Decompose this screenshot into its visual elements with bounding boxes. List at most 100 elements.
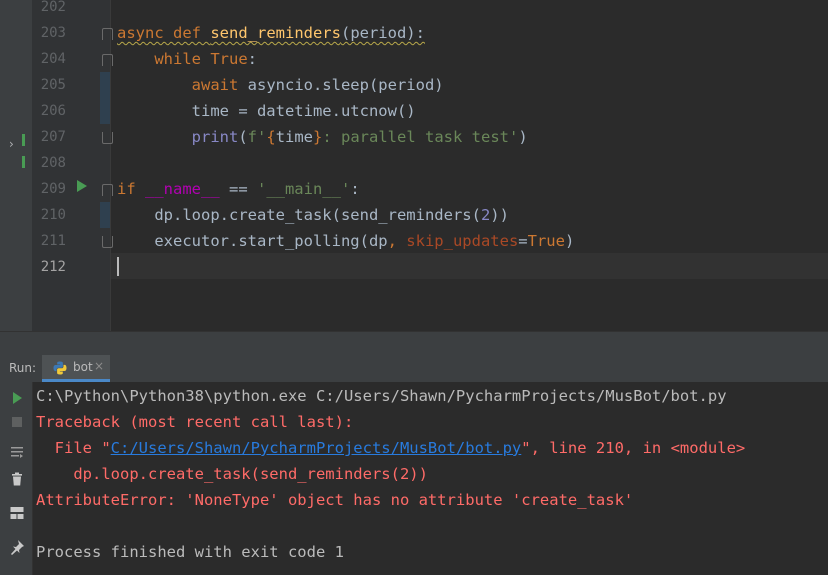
code-token: { (266, 128, 276, 146)
code-token: await (191, 76, 248, 94)
console-line: Process finished with exit code 1 (36, 539, 344, 565)
pin-icon[interactable] (8, 538, 26, 556)
code-token: asyncio.sleep(period) (247, 76, 444, 94)
code-token: 2 (480, 206, 491, 224)
code-token: ) (518, 128, 528, 146)
console-line: dp.loop.create_task(send_reminders(2)) (36, 461, 428, 487)
code-line: async def send_reminders(period): (117, 20, 425, 46)
code-token: True (527, 232, 565, 250)
code-token: time = datetime.utcnow() (117, 102, 416, 120)
fold-open-icon[interactable] (102, 184, 113, 196)
code-token: while (154, 50, 211, 68)
tab-bot-label: bot (73, 360, 93, 374)
stop-icon[interactable] (8, 413, 26, 431)
fold-open-icon[interactable] (102, 28, 113, 40)
run-gutter-icon[interactable] (77, 180, 87, 192)
fold-close-icon[interactable] (102, 132, 113, 144)
green-marker-icon (22, 156, 25, 168)
editor-left-tool-strip: › (0, 0, 33, 331)
line-number: 211 (40, 233, 66, 249)
line-number: 209 (40, 181, 66, 197)
fold-close-icon[interactable] (102, 236, 113, 248)
code-token: : parallel task test' (322, 128, 519, 146)
green-marker-icon (22, 134, 25, 146)
code-token: , (387, 232, 407, 250)
code-line: if __name__ == '__main__': (117, 176, 360, 202)
trash-icon[interactable] (8, 470, 26, 488)
change-marker (100, 202, 110, 228)
code-token: = (518, 232, 528, 250)
code-token: print (191, 128, 239, 146)
code-line: dp.loop.create_task(send_reminders(2)) (117, 202, 509, 228)
code-token: skip_updates (406, 232, 519, 250)
code-token: __name__ (145, 180, 220, 198)
code-line: executor.start_polling(dp, skip_updates=… (117, 228, 574, 254)
change-marker (100, 72, 110, 98)
console-line: AttributeError: 'NoneType' object has no… (36, 487, 633, 513)
code-token: (period): (340, 24, 425, 42)
line-number: 204 (40, 51, 66, 67)
layout-icon[interactable] (8, 504, 26, 522)
file-link[interactable]: C:/Users/Shawn/PycharmProjects/MusBot/bo… (111, 439, 522, 457)
code-token: if (117, 180, 145, 198)
line-number: 210 (40, 207, 66, 223)
code-token: ) (564, 232, 575, 250)
gutter-divider (110, 0, 111, 331)
code-token: time (275, 128, 314, 146)
code-token: == (219, 180, 257, 198)
current-line-highlight (111, 253, 828, 279)
line-number: 205 (40, 77, 66, 93)
tab-bot[interactable]: bot × (42, 355, 110, 382)
change-marker (100, 98, 110, 124)
code-token: Process finished with exit code 1 (36, 543, 344, 561)
soft-wrap-icon[interactable] (8, 444, 26, 462)
code-token: : (247, 50, 257, 68)
rerun-icon[interactable] (8, 389, 26, 407)
console-line: File "C:/Users/Shawn/PycharmProjects/Mus… (36, 435, 746, 461)
line-number: 212 (40, 259, 66, 275)
code-line: await asyncio.sleep(period) (117, 72, 444, 98)
line-number: 206 (40, 103, 66, 119)
chevron-right-icon[interactable]: › (9, 137, 14, 151)
line-number: 202 (40, 0, 66, 15)
console-line: Traceback (most recent call last): (36, 409, 353, 435)
code-token: AttributeError: 'NoneType' object has no… (36, 491, 634, 509)
code-token: dp.loop.create_task(send_reminders(2)) (36, 465, 428, 483)
code-token: ", line 210, in <module> (521, 439, 746, 457)
line-number: 207 (40, 129, 66, 145)
code-editor[interactable]: › 202 203 204 205 206 207 208 209 210 211 212 asyn… (0, 0, 828, 331)
code-line: time = datetime.utcnow() (117, 98, 416, 124)
line-number: 208 (40, 155, 66, 171)
code-token: File " (36, 439, 111, 457)
code-token: def (173, 24, 211, 42)
code-token: dp.loop.create_task(send_reminders( (117, 206, 481, 224)
run-console-output[interactable]: C:\Python\Python38\python.exe C:/Users/S… (33, 382, 828, 575)
console-line: C:\Python\Python38\python.exe C:/Users/S… (36, 383, 727, 409)
code-token: C:\Python\Python38\python.exe C:/Users/S… (36, 387, 727, 405)
line-number: 203 (40, 25, 66, 41)
code-token: send_reminders (210, 24, 341, 42)
code-token: executor.start_polling(dp (117, 232, 388, 250)
code-token: : (350, 180, 360, 198)
code-line: print(f'{time}: parallel task test') (117, 124, 528, 150)
code-token: f' (247, 128, 267, 146)
code-token: '__main__' (256, 180, 351, 198)
panel-splitter[interactable] (0, 331, 828, 356)
run-label: Run: (9, 361, 37, 375)
code-line: while True: (117, 46, 257, 72)
python-icon (53, 361, 67, 375)
code-token: ( (238, 128, 248, 146)
code-token: } (313, 128, 323, 146)
close-icon[interactable]: × (94, 359, 104, 373)
code-token: )) (490, 206, 509, 224)
run-toolbar (0, 382, 33, 575)
text-caret (117, 257, 119, 276)
code-token: True (210, 50, 248, 68)
run-tool-window-header: Run: bot × (0, 355, 828, 383)
code-token: async (117, 24, 173, 42)
code-token: Traceback (most recent call last): (36, 413, 354, 431)
fold-open-icon[interactable] (102, 54, 113, 66)
